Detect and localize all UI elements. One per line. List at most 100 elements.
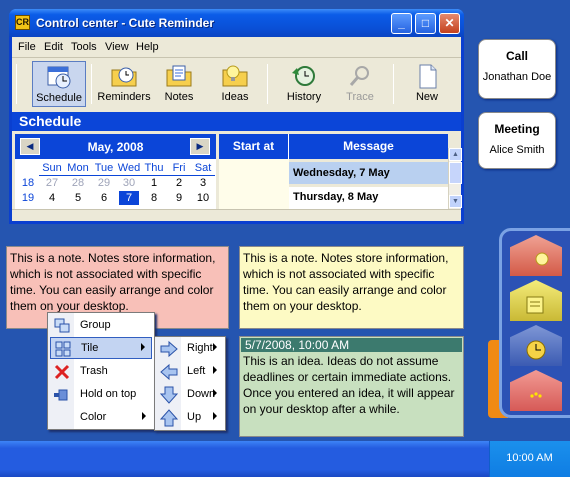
submenu-arrow-icon <box>213 412 217 420</box>
meeting-contact-name: Alice Smith <box>489 144 545 156</box>
call-card[interactable]: Call Jonathan Doe <box>478 39 556 99</box>
schedule-button[interactable]: Schedule <box>32 61 86 107</box>
menu-item-group[interactable]: Group <box>50 315 152 337</box>
trace-label: Trace <box>346 91 374 103</box>
tile-left[interactable]: Left <box>157 361 223 383</box>
dock-schedule-button[interactable] <box>510 325 562 366</box>
vertical-scrollbar[interactable]: ▲ ▼ <box>448 148 462 209</box>
taskbar-clock[interactable]: 10:00 AM <box>489 452 570 464</box>
previous-month-button[interactable]: ◀ <box>20 138 40 155</box>
message-column-header[interactable]: Message <box>289 134 448 159</box>
window-title: Control center - Cute Reminder <box>36 16 215 30</box>
menu-item-hold-on-top[interactable]: Hold on top <box>50 384 152 406</box>
ideas-folder-icon <box>222 65 248 87</box>
menu-item-trash[interactable]: Trash <box>50 361 152 383</box>
trash-x-icon <box>54 364 70 380</box>
dock-contacts-button[interactable] <box>510 370 562 411</box>
tile-label: Tile <box>81 342 99 354</box>
weekday-tue: Tue <box>94 162 114 174</box>
reminders-button[interactable]: Reminders <box>97 61 151 107</box>
idea-note[interactable]: 5/7/2008, 10:00 AM This is an idea. Idea… <box>239 336 464 437</box>
weekday-sat: Sat <box>194 162 212 174</box>
scroll-up-icon[interactable]: ▲ <box>449 148 462 161</box>
toolbar: Schedule Reminders Notes Ideas History T… <box>12 57 461 109</box>
calendar-day[interactable]: 5 <box>65 191 91 205</box>
idea-date: 5/7/2008, 10:00 AM <box>241 338 462 352</box>
calendar-grid: Sun Mon Tue Wed Thu Fri Sat 18 27 28 29 … <box>15 159 216 209</box>
menu-bar: File Edit Tools View Help <box>12 37 461 57</box>
calendar-day[interactable]: 9 <box>166 191 192 205</box>
calendar-day[interactable]: 28 <box>65 176 91 190</box>
calendar-day[interactable]: 6 <box>91 191 117 205</box>
scroll-down-icon[interactable]: ▼ <box>449 195 462 208</box>
scroll-thumb[interactable] <box>449 162 462 184</box>
ideas-label: Ideas <box>221 91 249 103</box>
toolbar-grip <box>16 64 17 104</box>
tile-right[interactable]: Right <box>157 338 223 360</box>
calendar-clock-icon <box>47 66 71 89</box>
menu-tools[interactable]: Tools <box>71 41 97 53</box>
submenu-arrow-icon <box>142 412 146 420</box>
history-button[interactable]: History <box>277 61 331 107</box>
menu-edit[interactable]: Edit <box>44 41 63 53</box>
pin-icon <box>54 389 68 401</box>
schedule-day-row[interactable]: Wednesday, 7 May <box>289 162 448 184</box>
notes-label: Notes <box>164 91 194 103</box>
calendar-day[interactable]: 4 <box>39 191 65 205</box>
taskbar <box>0 441 570 477</box>
minimize-button[interactable]: _ <box>391 13 412 34</box>
menu-file[interactable]: File <box>18 41 36 53</box>
toolbar-separator <box>267 64 268 104</box>
arrow-left-icon <box>160 363 178 381</box>
calendar-day[interactable]: 3 <box>190 176 216 190</box>
title-bar[interactable]: CR Control center - Cute Reminder _ □ ✕ <box>9 9 464 37</box>
start-at-column-header[interactable]: Start at <box>219 134 289 159</box>
ideas-button[interactable]: Ideas <box>208 61 262 107</box>
submenu-arrow-icon <box>213 366 217 374</box>
tile-icon <box>55 341 71 357</box>
menu-view[interactable]: View <box>105 41 129 53</box>
close-button[interactable]: ✕ <box>439 13 460 34</box>
maximize-button[interactable]: □ <box>415 13 436 34</box>
calendar-day[interactable]: 27 <box>39 176 65 190</box>
color-label: Color <box>80 411 107 423</box>
calendar-week-row: 19 4 5 6 7 8 9 10 <box>15 191 216 205</box>
calendar-day[interactable]: 8 <box>141 191 167 205</box>
next-month-button[interactable]: ▶ <box>190 138 210 155</box>
tile-down[interactable]: Down <box>157 384 223 406</box>
calendar-day[interactable]: 30 <box>116 176 142 190</box>
calendar-day[interactable]: 2 <box>166 176 192 190</box>
notes-button[interactable]: Notes <box>152 61 206 107</box>
new-label: New <box>415 91 438 103</box>
lightbulb-icon <box>535 252 549 266</box>
right-label: Right <box>187 342 213 354</box>
group-icon <box>54 318 70 333</box>
dots-icon <box>530 392 542 398</box>
weekday-fri: Fri <box>172 162 186 174</box>
dock-ideas-button[interactable] <box>510 235 562 276</box>
schedule-day-row[interactable]: Thursday, 8 May <box>289 187 448 209</box>
trace-button[interactable]: Trace <box>333 61 387 107</box>
call-contact-name: Jonathan Doe <box>482 71 552 83</box>
calendar-day[interactable]: 29 <box>91 176 117 190</box>
menu-item-color[interactable]: Color <box>50 407 152 429</box>
menu-help[interactable]: Help <box>136 41 159 53</box>
arrow-up-icon <box>159 409 179 427</box>
new-button[interactable]: New <box>400 61 454 107</box>
note-yellow[interactable]: This is a note. Notes store information,… <box>239 246 464 329</box>
calendar-month: May, 2008 <box>87 140 144 154</box>
call-title: Call <box>505 49 528 63</box>
arrow-right-icon <box>160 340 178 358</box>
hold-on-top-label: Hold on top <box>80 388 137 400</box>
notes-folder-icon <box>166 65 192 87</box>
menu-item-tile[interactable]: Tile <box>50 337 152 359</box>
tile-submenu: Right Left Down Up <box>154 336 226 431</box>
weekday-thu: Thu <box>144 162 164 174</box>
calendar-day-selected[interactable]: 7 <box>119 191 139 205</box>
dock-notes-button[interactable] <box>510 280 562 321</box>
calendar-day[interactable]: 10 <box>190 191 216 205</box>
meeting-card[interactable]: Meeting Alice Smith <box>478 112 556 169</box>
tile-up[interactable]: Up <box>157 407 223 429</box>
history-label: History <box>286 91 322 103</box>
calendar-day[interactable]: 1 <box>141 176 167 190</box>
